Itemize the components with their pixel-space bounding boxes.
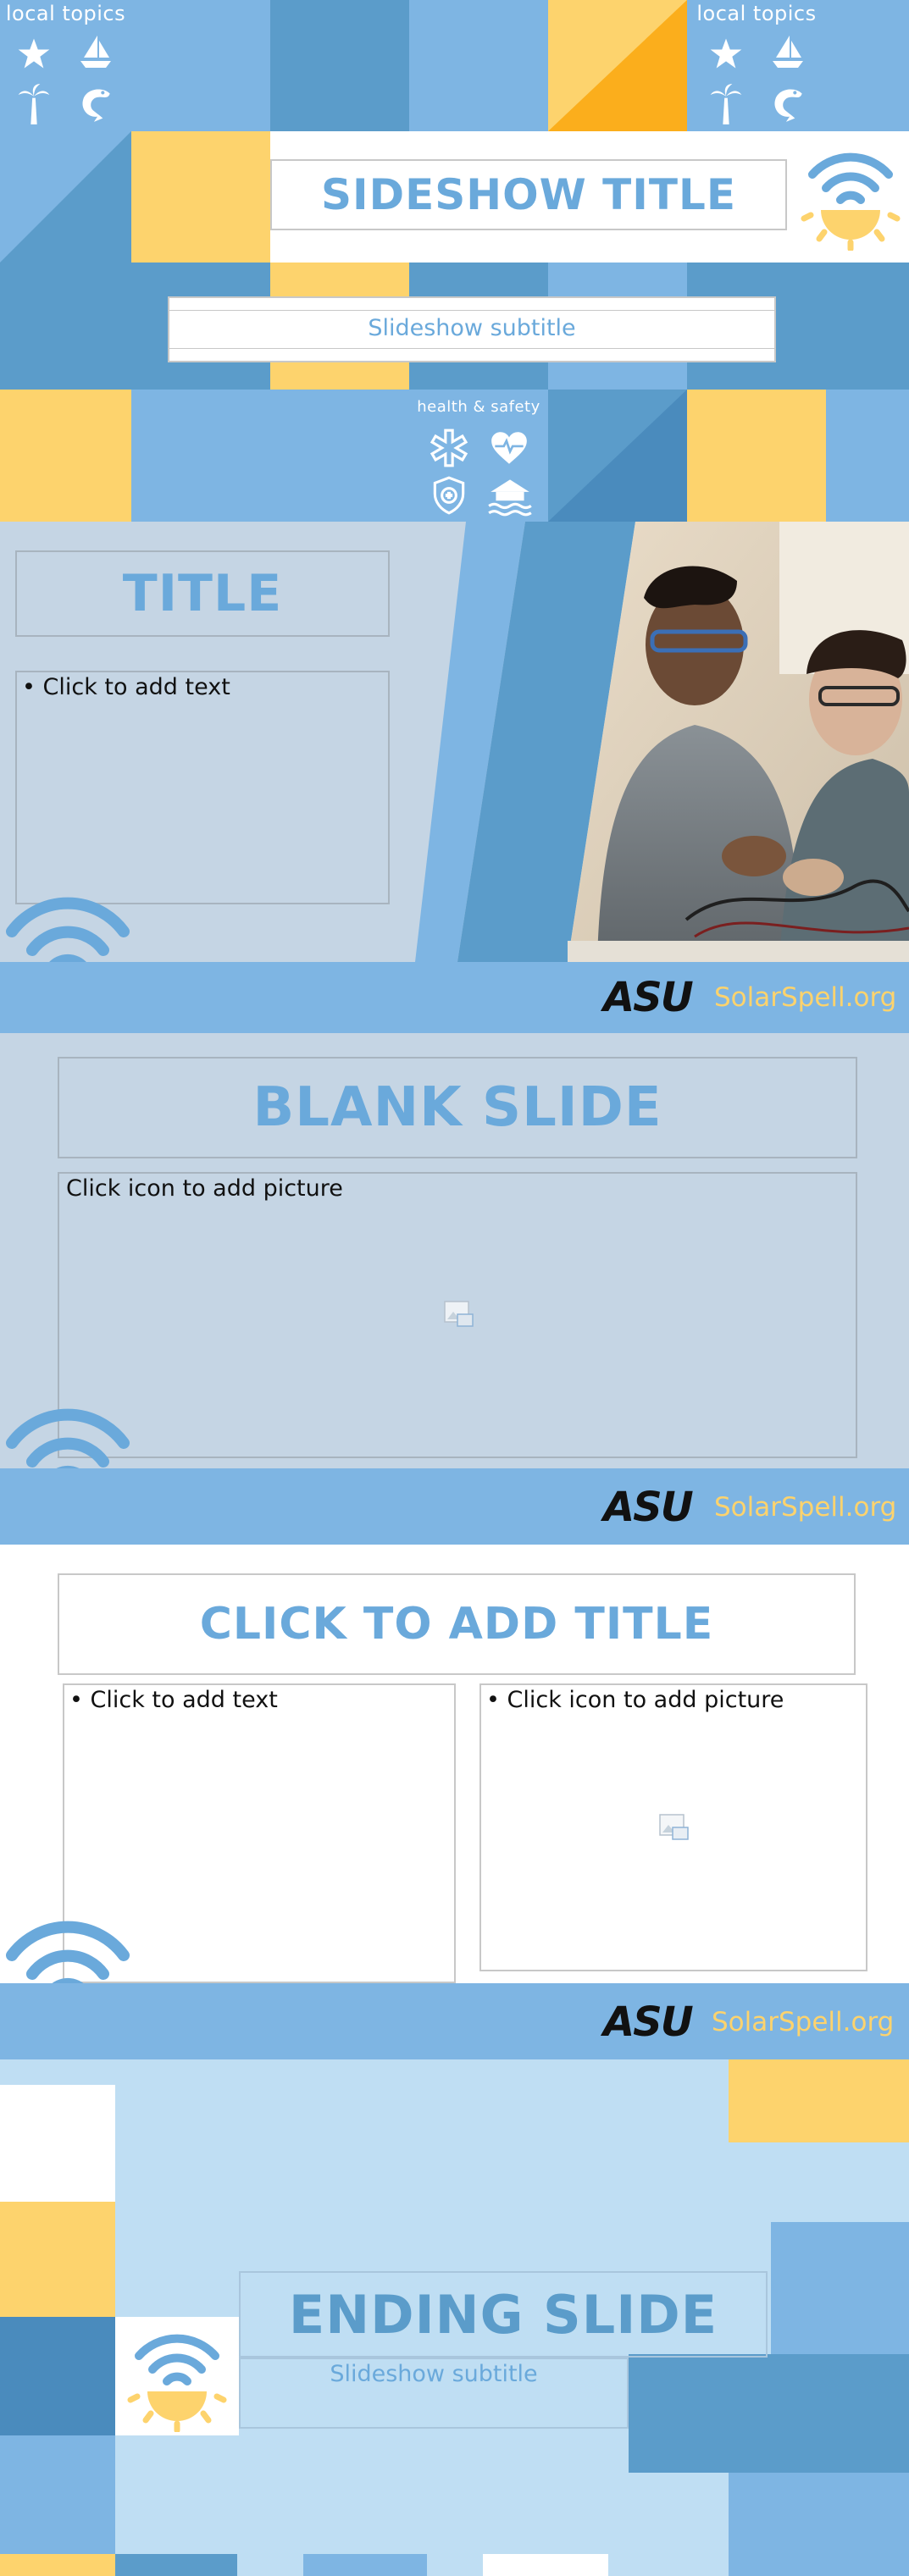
two-column-slide[interactable]: CLICK TO ADD TITLE • Click to add text •…	[0, 1545, 909, 2059]
insert-picture-icon[interactable]	[659, 1814, 690, 1841]
tile	[0, 390, 131, 522]
heart-rate-icon	[491, 432, 527, 464]
shrimp-icon	[82, 89, 110, 122]
picture-placeholder[interactable]: Click icon to add picture	[58, 1172, 857, 1458]
picture-prompt: Click icon to add picture	[66, 1175, 343, 1202]
slide-title: TITLE	[122, 564, 283, 623]
asu-logo: ASU	[603, 1484, 694, 1531]
star-icon	[710, 38, 742, 69]
diagonal-tile	[548, 0, 687, 131]
tile	[687, 390, 826, 522]
tile	[0, 263, 131, 390]
bullet-text: • Click to add text	[22, 674, 230, 700]
slide-title: CLICK TO ADD TITLE	[199, 1599, 714, 1650]
diagonal-tile	[548, 390, 687, 522]
solarspell-link[interactable]: SolarSpell.org	[714, 1492, 896, 1523]
bullet-text: • Click icon to add picture	[486, 1687, 784, 1713]
footer-band: ASU SolarSpell.org	[0, 1983, 909, 2059]
sailboat-icon	[773, 36, 803, 68]
slide-title: BLANK SLIDE	[252, 1076, 662, 1139]
students-photo	[415, 522, 909, 962]
tile	[771, 2222, 909, 2354]
tile	[131, 131, 270, 263]
bullet-text: • Click to add text	[69, 1687, 278, 1713]
solarspell-link[interactable]: SolarSpell.org	[714, 982, 896, 1013]
asu-logo: ASU	[603, 1998, 694, 2046]
tile	[0, 2085, 115, 2202]
local-topics-box: local topics	[0, 0, 131, 131]
palm-tree-icon	[18, 84, 50, 124]
tile	[826, 263, 909, 390]
flood-house-icon	[488, 479, 532, 517]
diagonal-tile	[0, 131, 131, 263]
tile	[303, 2554, 427, 2576]
title-placeholder[interactable]: BLANK SLIDE	[58, 1057, 857, 1158]
tile	[826, 0, 909, 131]
tile	[0, 2202, 115, 2317]
tile	[0, 2554, 115, 2576]
title-placeholder[interactable]: SIDESHOW TITLE	[270, 159, 787, 230]
sailboat-icon	[80, 36, 111, 68]
content-slide[interactable]: TITLE • Click to add text ASU SolarSpell…	[0, 522, 909, 1033]
tile	[131, 390, 409, 522]
subtitle-placeholder[interactable]: Slideshow subtitle	[168, 296, 776, 362]
footer-band: ASU SolarSpell.org	[0, 1468, 909, 1545]
tile	[270, 0, 409, 131]
divider	[169, 348, 774, 349]
slide-title: ENDING SLIDE	[288, 2283, 718, 2346]
logo-tile	[115, 2317, 239, 2435]
slide-subtitle: Slideshow subtitle	[368, 315, 576, 341]
ending-slide[interactable]: ENDING SLIDE Slideshow subtitle	[0, 2059, 909, 2576]
local-topics-label: local topics	[696, 2, 817, 25]
medical-star-icon	[430, 428, 468, 467]
tile	[629, 2354, 909, 2473]
insert-picture-icon[interactable]	[444, 1301, 474, 1328]
tile	[409, 0, 548, 131]
tile	[115, 2554, 237, 2576]
title-slide[interactable]: local topics local topics SIDESHOW TITLE…	[0, 0, 909, 522]
shield-icon	[433, 476, 465, 515]
tile	[826, 390, 909, 522]
health-safety-label: health & safety	[417, 398, 540, 416]
asu-logo: ASU	[603, 974, 694, 1021]
tile	[483, 2554, 608, 2576]
tile	[0, 2435, 115, 2554]
title-placeholder[interactable]: ENDING SLIDE	[239, 2271, 768, 2358]
title-placeholder[interactable]: TITLE	[15, 550, 390, 637]
slide-title: SIDESHOW TITLE	[320, 170, 737, 219]
title-placeholder[interactable]: CLICK TO ADD TITLE	[58, 1573, 856, 1675]
blank-slide[interactable]: BLANK SLIDE Click icon to add picture AS…	[0, 1033, 909, 1545]
subtitle-placeholder[interactable]: Slideshow subtitle	[239, 2358, 629, 2429]
health-safety-box: health & safety	[409, 390, 548, 522]
tile	[729, 2473, 909, 2576]
local-topics-label: local topics	[5, 2, 126, 25]
star-icon	[18, 38, 50, 69]
tile	[0, 2317, 115, 2435]
shrimp-icon	[774, 89, 802, 122]
picture-placeholder[interactable]: • Click icon to add picture	[479, 1683, 867, 1971]
solar-wifi-logo-icon	[801, 152, 901, 251]
footer-band: ASU SolarSpell.org	[0, 962, 909, 1033]
solar-wifi-logo-icon	[127, 2334, 227, 2432]
solarspell-link[interactable]: SolarSpell.org	[712, 2007, 894, 2037]
palm-tree-icon	[710, 84, 742, 124]
text-placeholder[interactable]: • Click to add text	[15, 671, 390, 904]
divider	[169, 310, 774, 311]
local-topics-box: local topics	[687, 0, 826, 131]
tile	[131, 0, 270, 131]
tile	[729, 2059, 909, 2142]
slide-subtitle: Slideshow subtitle	[330, 2361, 538, 2387]
